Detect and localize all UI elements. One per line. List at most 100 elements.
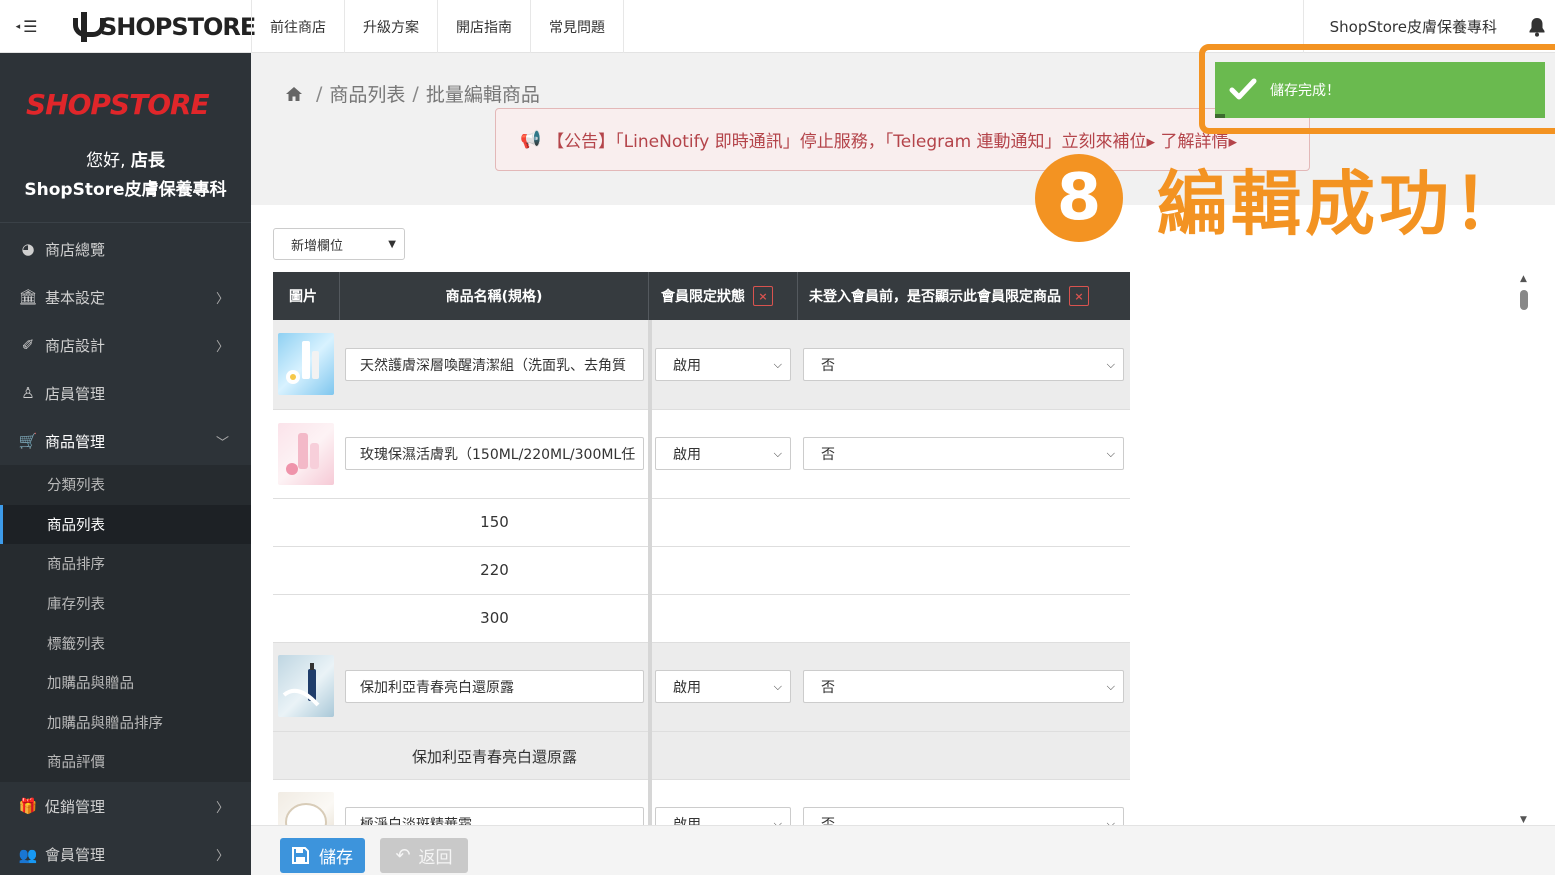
product-name-input[interactable]: 極淨白淡斑精華霜 [345,807,644,825]
nav-upgrade-plan[interactable]: 升級方案 [344,0,437,53]
chevron-down-icon: ⌵ [773,357,782,371]
nav-faq[interactable]: 常見問題 [530,0,624,53]
chevron-right-icon: 〉 [215,849,229,865]
dashboard-icon: ◕ [21,240,35,258]
sidebar-item-store-design[interactable]: ✐ 商店設計 〉 [0,321,251,369]
chevron-down-icon: ⌵ [1106,679,1115,693]
frozen-column-divider [648,320,652,825]
remove-column-show-before-login-button[interactable]: × [1069,286,1089,306]
member-limit-select[interactable]: 啟用 ⌵ [655,807,791,825]
header-show-before-login: 未登入會員前，是否顯示此會員限定商品 × [798,272,1130,320]
gift-icon: 🎁 [18,797,38,816]
sidebar-item-basic-settings[interactable]: 🏛 基本設定 〉 [0,273,251,321]
scroll-up-icon[interactable]: ▲ [1520,274,1527,284]
bottom-action-bar: 儲存 ↶ 返回 [251,825,1555,875]
sidebar: SHOPSTORE 您好, 店長 ShopStore皮膚保養專科 ◕ 商店總覽 … [0,53,251,875]
table-row: 300 [273,595,1130,643]
sidebar-divider [0,222,251,223]
sidebar-subitem-addon-gift[interactable]: 加購品與贈品 [0,663,251,703]
chevron-down-icon: ▼ [388,238,396,250]
chevron-right-icon: 〉 [215,339,229,355]
hamburger-icon: ☰ [23,17,38,36]
header-image: 圖片 [273,272,340,320]
bell-icon [1529,17,1545,37]
sidebar-subitem-product-reviews[interactable]: 商品評價 [0,742,251,782]
sidebar-logo: SHOPSTORE [26,88,210,121]
user-staff-icon: ♙ [21,384,35,402]
nav-store-guide[interactable]: 開店指南 [437,0,530,53]
chevron-right-icon: 〉 [215,291,229,307]
step-number-badge: 8 [1035,154,1123,242]
breadcrumb-product-list[interactable]: 商品列表 [329,80,405,107]
cart-icon: 🛒 [18,432,38,450]
users-icon: 👥 [18,845,38,864]
sidebar-subitem-product-list[interactable]: 商品列表 [0,504,251,545]
scroll-thumb[interactable] [1520,290,1528,310]
magic-wand-icon: ✐ [21,336,35,354]
show-before-login-select[interactable]: 否 ⌵ [803,807,1124,825]
top-nav: 前往商店 升級方案 開店指南 常見問題 [251,0,624,53]
chevron-down-icon: ⌵ [1106,816,1115,826]
sidebar-item-member-management[interactable]: 👥 會員管理 〉 [0,831,251,875]
back-button[interactable]: ↶ 返回 [380,838,468,873]
remove-column-member-limit-button[interactable]: × [753,286,773,306]
table-header: 圖片 商品名稱(規格) 會員限定狀態 × 未登入會員前，是否顯示此會員限定商品 … [273,272,1130,320]
logo-mark-icon [70,12,105,42]
product-name-input[interactable]: 天然護膚深層喚醒清潔組（洗面乳、去角質 [345,348,644,381]
sidebar-item-product-management[interactable]: 🛒 商品管理 ﹀ [0,417,251,465]
chevron-down-icon: ⌵ [773,816,782,826]
member-limit-select[interactable]: 啟用 ⌵ [655,348,791,381]
product-image [278,655,334,717]
product-name-input[interactable]: 保加利亞青春亮白還原露 [345,670,644,703]
bank-icon: 🏛 [18,288,38,306]
home-icon[interactable] [285,86,303,102]
sidebar-store-name: ShopStore皮膚保養專科 [24,180,227,200]
header-product-name: 商品名稱(規格) [340,272,649,320]
show-before-login-select[interactable]: 否 ⌵ [803,670,1124,703]
member-limit-select[interactable]: 啟用 ⌵ [655,437,791,470]
table-row: 150 [273,499,1130,547]
sidebar-menu: ◕ 商店總覽 🏛 基本設定 〉 ✐ 商店設計 〉 ♙ 店員管理 🛒 商品管理 ﹀… [0,225,251,875]
scroll-down-icon[interactable]: ▼ [1520,815,1527,825]
header-member-limit: 會員限定狀態 × [652,272,798,320]
show-before-login-select[interactable]: 否 ⌵ [803,437,1124,470]
member-limit-select[interactable]: 啟用 ⌵ [655,670,791,703]
chevron-down-icon: ⌵ [1106,446,1115,460]
table-scrollbar[interactable]: ▲ ▼ [1517,274,1531,825]
sidebar-subitem-inventory-list[interactable]: 庫存列表 [0,584,251,624]
sidebar-subitem-category-list[interactable]: 分類列表 [0,465,251,505]
table-row: 玫瑰保濕活膚乳（150ML/220ML/300ML任 啟用 ⌵ 否 ⌵ [273,410,1130,499]
sidebar-item-promotion-management[interactable]: 🎁 促銷管理 〉 [0,782,251,831]
sidebar-toggle-button[interactable]: ◂ ☰ [0,0,53,53]
sidebar-subitem-product-sort[interactable]: 商品排序 [0,544,251,584]
batch-edit-table: 圖片 商品名稱(規格) 會員限定狀態 × 未登入會員前，是否顯示此會員限定商品 … [273,272,1130,825]
breadcrumb: / 商品列表 / 批量編輯商品 [285,80,540,107]
product-name-input[interactable]: 玫瑰保濕活膚乳（150ML/220ML/300ML任 [345,437,644,470]
table-row: 保加利亞青春亮白還原露 [273,732,1130,780]
chevron-down-icon: ﹀ [215,435,229,451]
shopstore-logo[interactable]: SHOPSTORE [70,9,256,45]
step-annotation: 8 編輯成功！ [1035,150,1527,246]
success-toast[interactable]: 儲存完成！ [1215,62,1545,118]
sidebar-item-staff-management[interactable]: ♙ 店員管理 [0,369,251,417]
breadcrumb-batch-edit: 批量編輯商品 [425,84,540,106]
sidebar-item-store-overview[interactable]: ◕ 商店總覽 [0,225,251,273]
save-button[interactable]: 儲存 [280,838,365,873]
product-image [278,792,334,825]
megaphone-icon: 📢 [520,129,542,150]
table-row: 220 [273,547,1130,595]
store-name-link[interactable]: ShopStore皮膚保養專科 [1304,16,1519,37]
chevron-right-icon: 〉 [215,800,229,816]
table-row: 極淨白淡斑精華霜 啟用 ⌵ 否 ⌵ [273,780,1130,825]
checkmark-icon [1229,78,1257,100]
chevron-down-icon: ⌵ [773,446,782,460]
toast-message: 儲存完成！ [1270,83,1340,99]
product-image [278,333,334,395]
show-before-login-select[interactable]: 否 ⌵ [803,348,1124,381]
nav-go-to-store[interactable]: 前往商店 [251,0,344,53]
chevron-down-icon: ⌵ [1106,357,1115,371]
sidebar-subitem-tag-list[interactable]: 標籤列表 [0,623,251,663]
undo-arrow-icon: ↶ [395,845,411,866]
sidebar-subitem-addon-gift-sort[interactable]: 加購品與贈品排序 [0,703,251,743]
add-column-select[interactable]: 新增欄位 ▼ [273,228,405,260]
